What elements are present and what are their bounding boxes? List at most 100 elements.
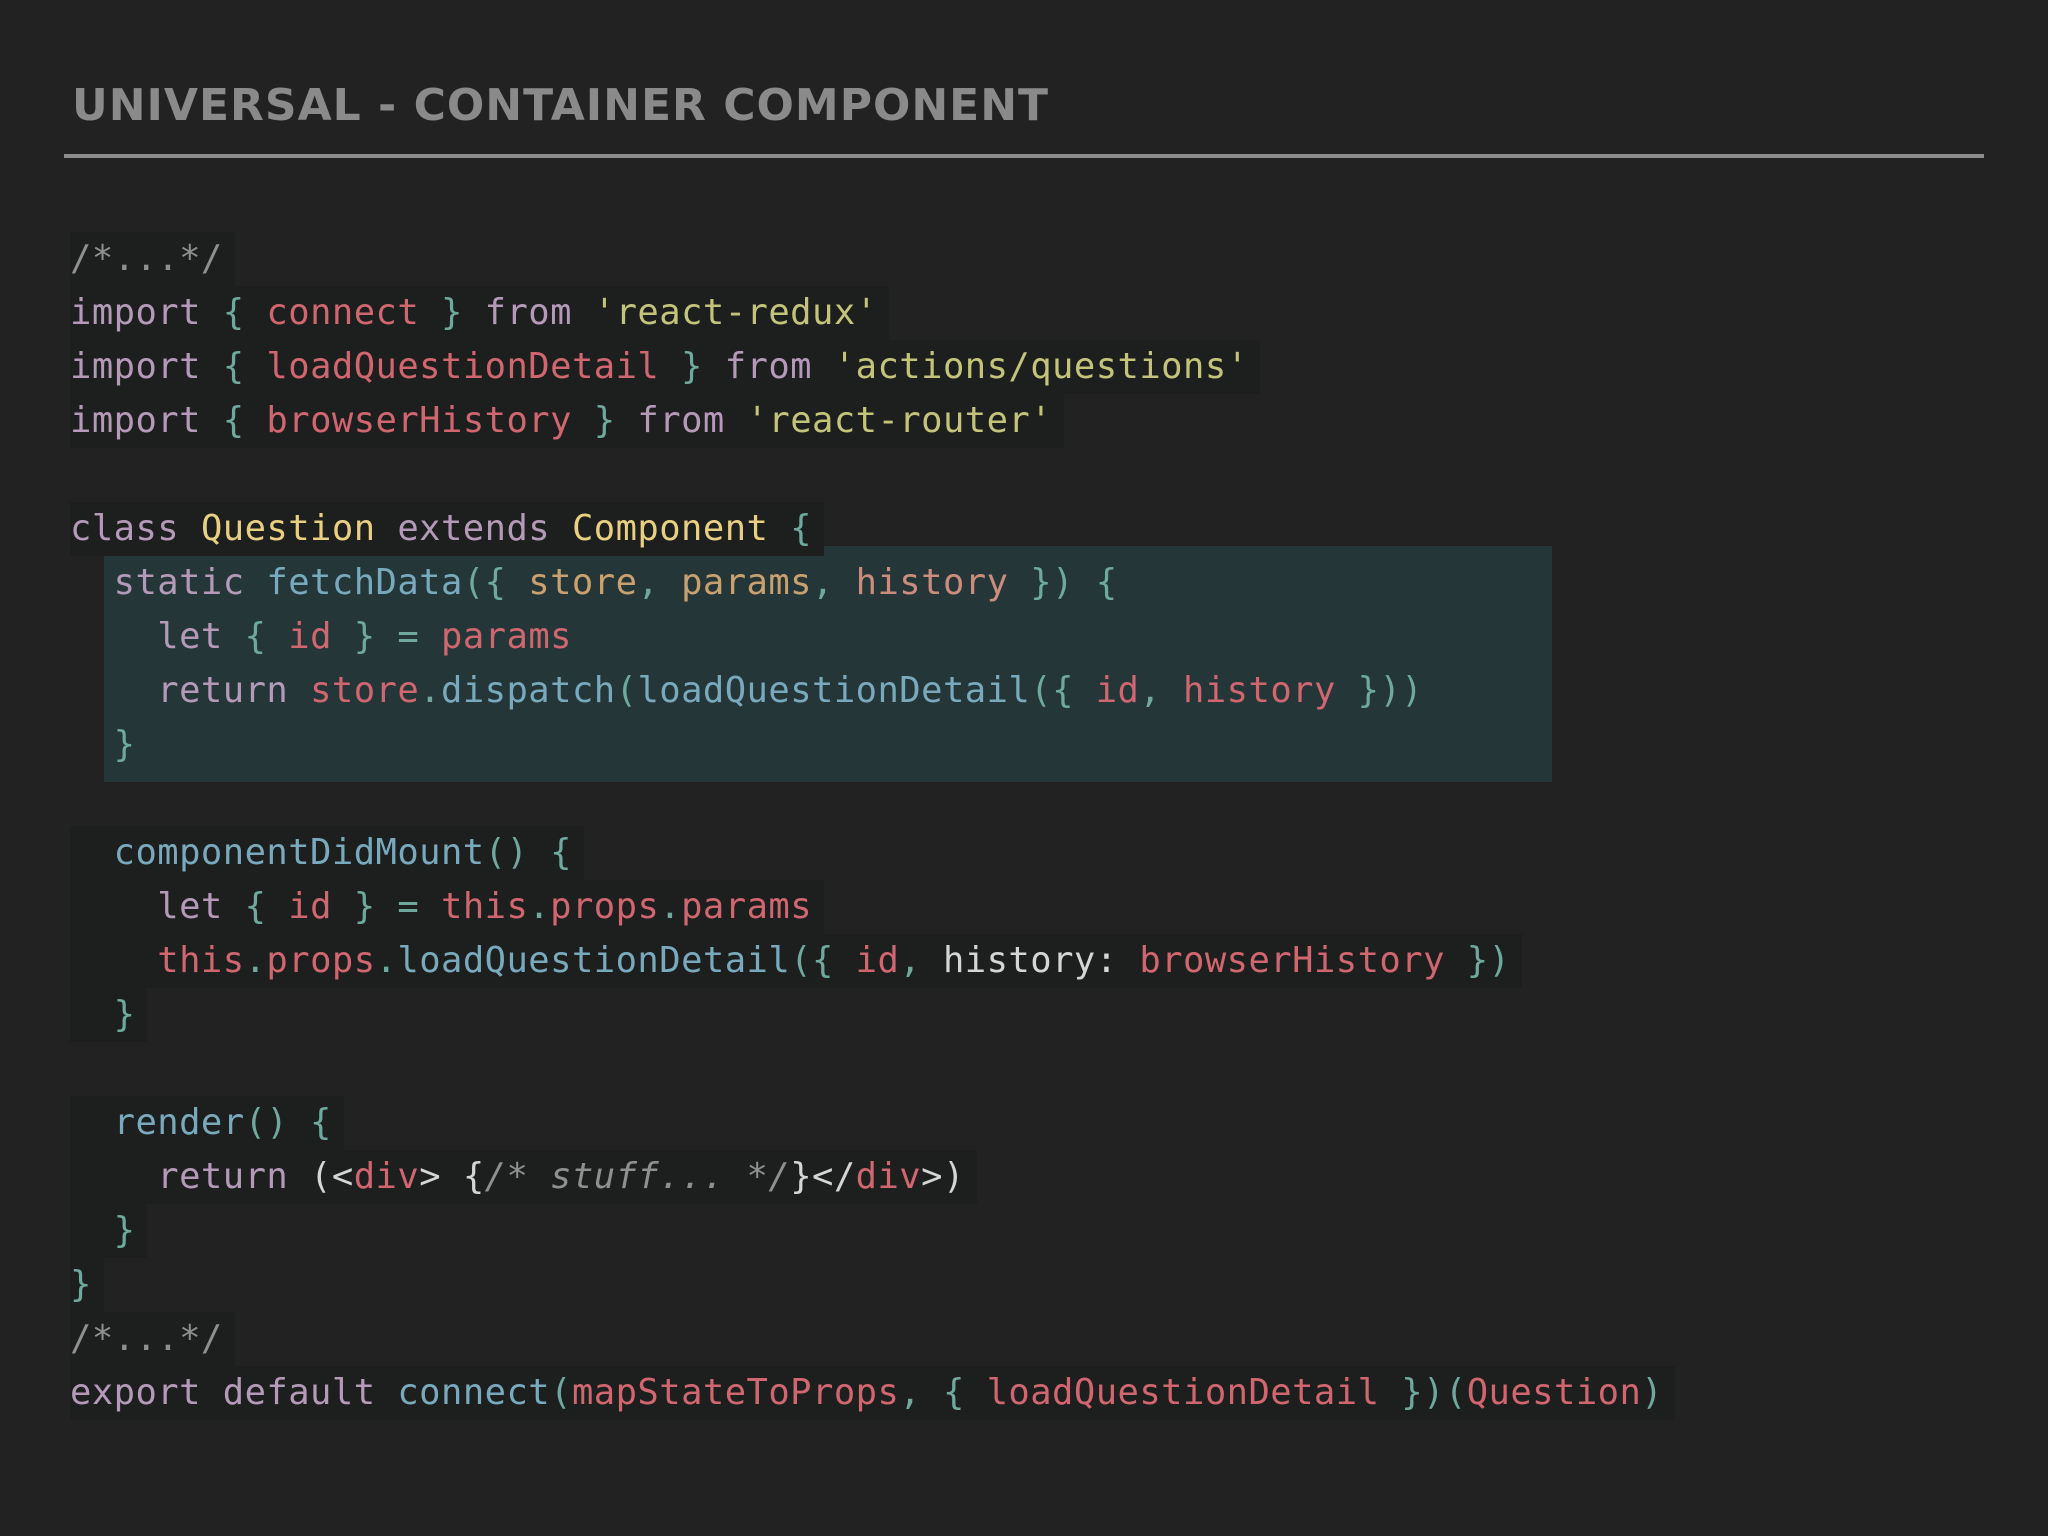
- code-token: store: [310, 670, 420, 711]
- code-token: .: [528, 886, 551, 927]
- code-token: .: [244, 940, 267, 981]
- code-token: id: [288, 616, 332, 657]
- code-token: default: [222, 1372, 398, 1413]
- code-token: .: [375, 940, 398, 981]
- code-line: return (<div> {/* stuff... */}</div>): [70, 1150, 1675, 1204]
- code-line: return store.dispatch(loadQuestionDetail…: [70, 664, 1675, 718]
- code-token: ,: [637, 562, 682, 603]
- code-token: browserHistory: [266, 400, 572, 441]
- code-token: ,: [812, 562, 856, 603]
- code-token: import: [70, 400, 223, 441]
- code-token: Question: [1466, 1372, 1642, 1413]
- code-token: connect: [397, 1372, 551, 1413]
- code-line: }: [70, 718, 1675, 772]
- code-token: }: [419, 292, 485, 333]
- code-token: div: [855, 1156, 922, 1197]
- code-token: ({: [790, 940, 856, 981]
- code-line: componentDidMount() {: [70, 826, 1675, 880]
- code-line: render() {: [70, 1096, 1675, 1150]
- code-token: }: [70, 1264, 92, 1305]
- code-token: from: [637, 400, 747, 441]
- code-token: dispatch: [441, 670, 616, 711]
- code-line: import { browserHistory } from 'react-ro…: [70, 394, 1675, 448]
- code-token: let: [70, 886, 245, 927]
- code-token: render: [70, 1102, 245, 1143]
- slide-title: UNIVERSAL - CONTAINER COMPONENT: [72, 80, 1050, 131]
- code-token: /*...*/: [70, 1318, 223, 1359]
- code-token: }) {: [1008, 562, 1118, 603]
- code-token: 'react-router': [746, 400, 1053, 441]
- code-token: class: [70, 508, 201, 549]
- code-token: mapStateToProps: [571, 1372, 900, 1413]
- code-token: }: [70, 994, 136, 1035]
- code-token: loadQuestionDetail: [986, 1372, 1380, 1413]
- code-token: } =: [331, 616, 442, 657]
- code-line: }: [70, 1204, 1675, 1258]
- code-token: connect: [266, 292, 420, 333]
- code-token: 'actions/questions': [833, 346, 1249, 387]
- code-token: componentDidMount: [70, 832, 485, 873]
- code-token: history:: [942, 940, 1140, 981]
- code-line: class Question extends Component {: [70, 502, 1675, 556]
- code-token: ({: [1030, 670, 1096, 711]
- code-token: {: [790, 508, 812, 549]
- code-token: .: [659, 886, 682, 927]
- code-line: import { connect } from 'react-redux': [70, 286, 1675, 340]
- code-token: import: [70, 292, 223, 333]
- code-token: 'react-redux': [593, 292, 878, 333]
- code-line: let { id } = params: [70, 610, 1675, 664]
- code-token: (: [550, 1372, 572, 1413]
- code-token: props: [550, 886, 660, 927]
- code-line: }: [70, 988, 1675, 1042]
- code-token: history: [1183, 670, 1336, 711]
- code-token: {: [222, 292, 267, 333]
- code-token: params: [681, 886, 813, 927]
- code-token: {: [222, 346, 267, 387]
- code-token: params: [441, 616, 572, 657]
- code-token: /*...*/: [70, 238, 223, 279]
- code-token: extends: [397, 508, 572, 549]
- code-line: static fetchData({ store, params, histor…: [70, 556, 1675, 610]
- code-token: from: [724, 346, 834, 387]
- code-token: ,: [1139, 670, 1184, 711]
- code-token: }</: [790, 1156, 856, 1197]
- code-token: fetchData: [266, 562, 463, 603]
- code-line: import { loadQuestionDetail } from 'acti…: [70, 340, 1675, 394]
- code-token: loadQuestionDetail: [266, 346, 660, 387]
- code-line: this.props.loadQuestionDetail({ id, hist…: [70, 934, 1675, 988]
- code-token: let: [70, 616, 245, 657]
- code-token: {: [244, 616, 289, 657]
- code-token: }: [70, 724, 136, 765]
- code-token: /* stuff... */: [484, 1156, 791, 1197]
- code-token: history: [855, 562, 1009, 603]
- code-token: loadQuestionDetail: [637, 670, 1031, 711]
- code-token: store: [528, 562, 638, 603]
- code-token: import: [70, 346, 223, 387]
- code-token: {: [244, 886, 289, 927]
- code-token: id: [288, 886, 332, 927]
- code-token: div: [353, 1156, 420, 1197]
- code-line: /*...*/: [70, 1312, 1675, 1366]
- code-token: >): [921, 1156, 965, 1197]
- code-token: params: [681, 562, 812, 603]
- code-token: from: [484, 292, 594, 333]
- code-token: }: [571, 400, 638, 441]
- code-line: export default connect(mapStateToProps, …: [70, 1366, 1676, 1420]
- code-token: () {: [244, 1102, 332, 1143]
- code-token: this: [70, 940, 245, 981]
- code-token: }: [70, 1210, 136, 1251]
- code-token: id: [1095, 670, 1140, 711]
- code-token: ): [1641, 1372, 1664, 1413]
- code-token: })): [1335, 670, 1424, 711]
- code-token: })(: [1379, 1372, 1467, 1413]
- code-token: browserHistory: [1139, 940, 1445, 981]
- code-token: }: [659, 346, 725, 387]
- code-token: props: [266, 940, 376, 981]
- code-token: Question: [200, 508, 398, 549]
- code-token: this: [441, 886, 529, 927]
- code-token: static: [70, 562, 267, 603]
- title-divider: [64, 154, 1984, 158]
- code-token: () {: [484, 832, 572, 873]
